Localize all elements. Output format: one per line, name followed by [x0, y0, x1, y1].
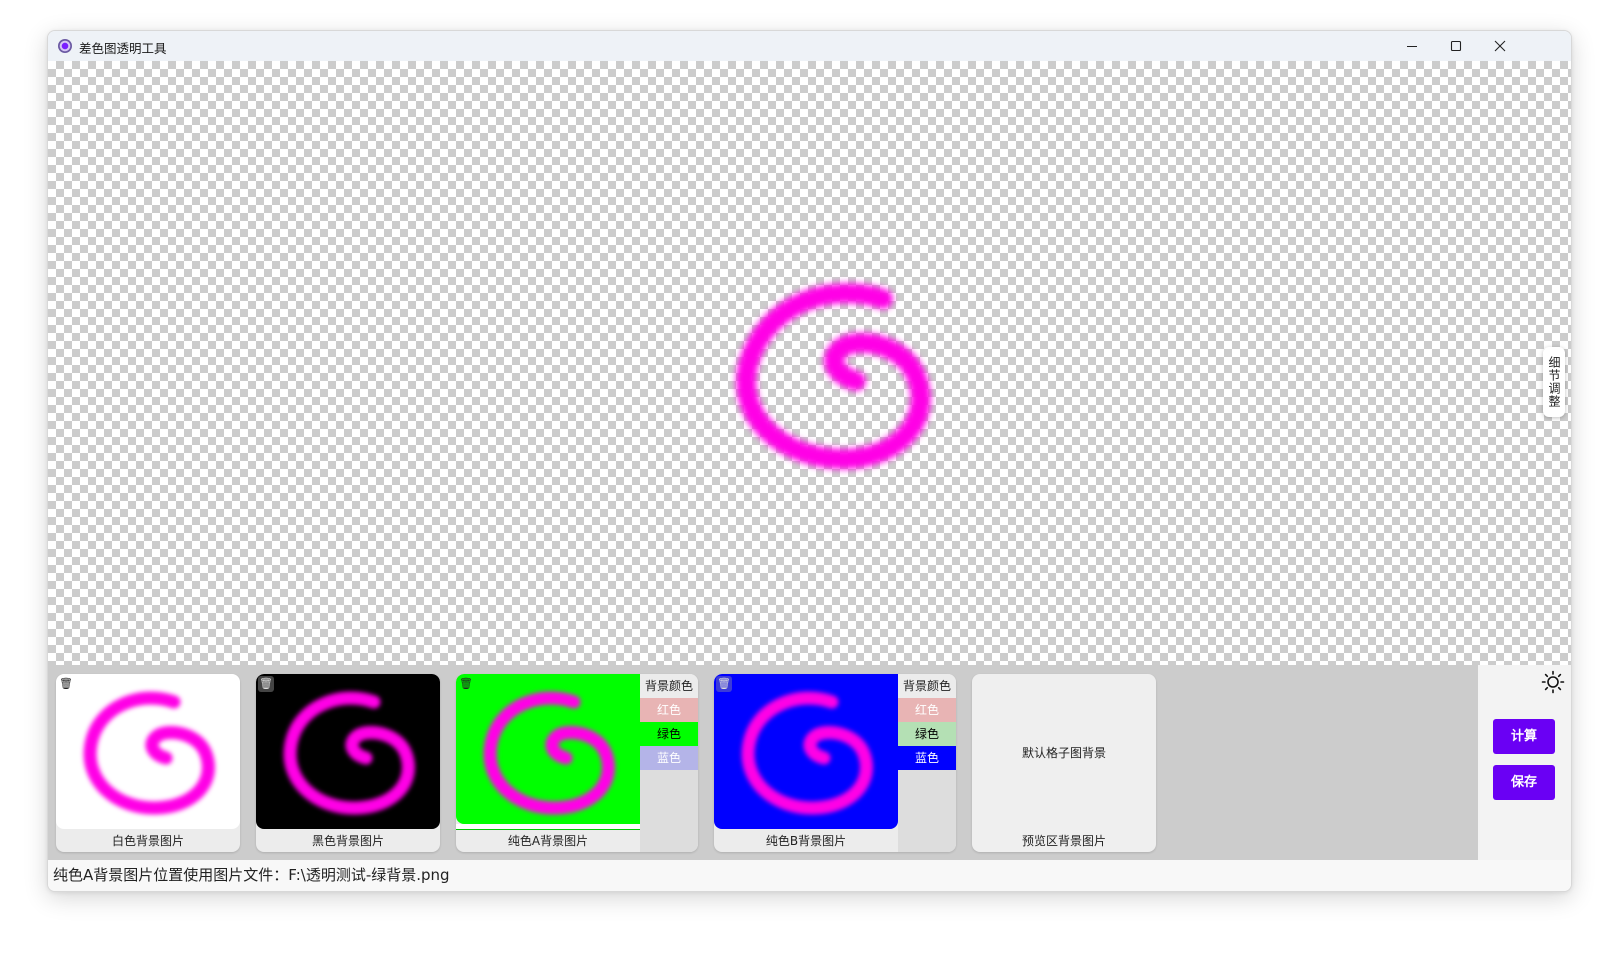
- solid-b-image: [714, 674, 898, 829]
- preview-bg-card[interactable]: 默认格子图背景 预览区背景图片: [972, 674, 1156, 852]
- solid-b-label: 纯色B背景图片: [765, 834, 847, 848]
- solid-a-card[interactable]: 🗑 背景颜色 红色 绿色 蓝色 纯色A背景图片: [456, 674, 698, 852]
- app-window: 差色图透明工具 细节调整 🗑 白色背景图片 🗑 黑色背景图片 🗑 背景颜色 红色…: [47, 30, 1572, 892]
- solid-a-image: [456, 674, 640, 824]
- white-bg-label: 白色背景图片: [111, 834, 184, 848]
- close-button[interactable]: [1477, 31, 1523, 61]
- solid-b-color-panel: 背景颜色 红色 绿色 蓝色: [898, 674, 956, 852]
- spiral-preview-image: [736, 283, 931, 470]
- trash-icon[interactable]: 🗑: [258, 676, 274, 692]
- spiral-thumbnail: [483, 691, 615, 815]
- black-bg-label: 黑色背景图片: [311, 834, 384, 848]
- color-option-red[interactable]: 红色: [898, 698, 956, 722]
- trash-icon[interactable]: 🗑: [458, 676, 474, 692]
- preview-bg-label: 预览区背景图片: [1021, 834, 1106, 848]
- window-title: 差色图透明工具: [79, 41, 167, 56]
- spiral-thumbnail: [283, 691, 415, 815]
- bg-color-title: 背景颜色: [898, 674, 956, 698]
- save-button[interactable]: 保存: [1493, 765, 1555, 800]
- color-option-red[interactable]: 红色: [640, 698, 698, 722]
- color-option-green[interactable]: 绿色: [640, 722, 698, 746]
- default-checker-text: 默认格子图背景: [1021, 746, 1106, 760]
- title-bar: 差色图透明工具: [48, 31, 1571, 61]
- maximize-icon: [1450, 40, 1462, 52]
- black-bg-card[interactable]: 🗑 黑色背景图片: [256, 674, 440, 852]
- white-bg-card[interactable]: 🗑 白色背景图片: [56, 674, 240, 852]
- minimize-icon: [1407, 45, 1417, 48]
- solid-a-label: 纯色A背景图片: [507, 834, 589, 848]
- trash-icon[interactable]: 🗑: [58, 676, 74, 692]
- white-bg-image: [56, 674, 240, 829]
- black-bg-image: [256, 674, 440, 829]
- minimize-button[interactable]: [1389, 31, 1435, 61]
- spiral-thumbnail: [83, 691, 215, 815]
- solid-b-card[interactable]: 🗑 背景颜色 红色 绿色 蓝色 纯色B背景图片: [714, 674, 956, 852]
- status-bar: 纯色A背景图片位置使用图片文件：F:\透明测试-绿背景.png: [48, 860, 1571, 891]
- close-icon: [1494, 40, 1506, 52]
- action-sidebar: 计算 保存: [1478, 665, 1571, 860]
- trash-icon[interactable]: 🗑: [716, 676, 732, 692]
- maximize-button[interactable]: [1433, 31, 1479, 61]
- color-option-green[interactable]: 绿色: [898, 722, 956, 746]
- color-option-blue[interactable]: 蓝色: [898, 746, 956, 770]
- app-logo-icon: [58, 39, 72, 53]
- color-option-blue[interactable]: 蓝色: [640, 746, 698, 770]
- compute-button[interactable]: 计算: [1493, 719, 1555, 754]
- detail-adjust-tab[interactable]: 细节调整: [1543, 347, 1565, 417]
- spiral-thumbnail: [741, 691, 873, 815]
- image-slots-panel: 🗑 白色背景图片 🗑 黑色背景图片 🗑 背景颜色 红色 绿色 蓝色 纯色A背景图…: [48, 665, 1571, 860]
- image-bottom-edge: [456, 824, 640, 830]
- preview-canvas[interactable]: 细节调整: [48, 61, 1571, 665]
- bg-color-title: 背景颜色: [640, 674, 698, 698]
- solid-a-color-panel: 背景颜色 红色 绿色 蓝色: [640, 674, 698, 852]
- theme-toggle-sun-icon[interactable]: [1541, 670, 1565, 694]
